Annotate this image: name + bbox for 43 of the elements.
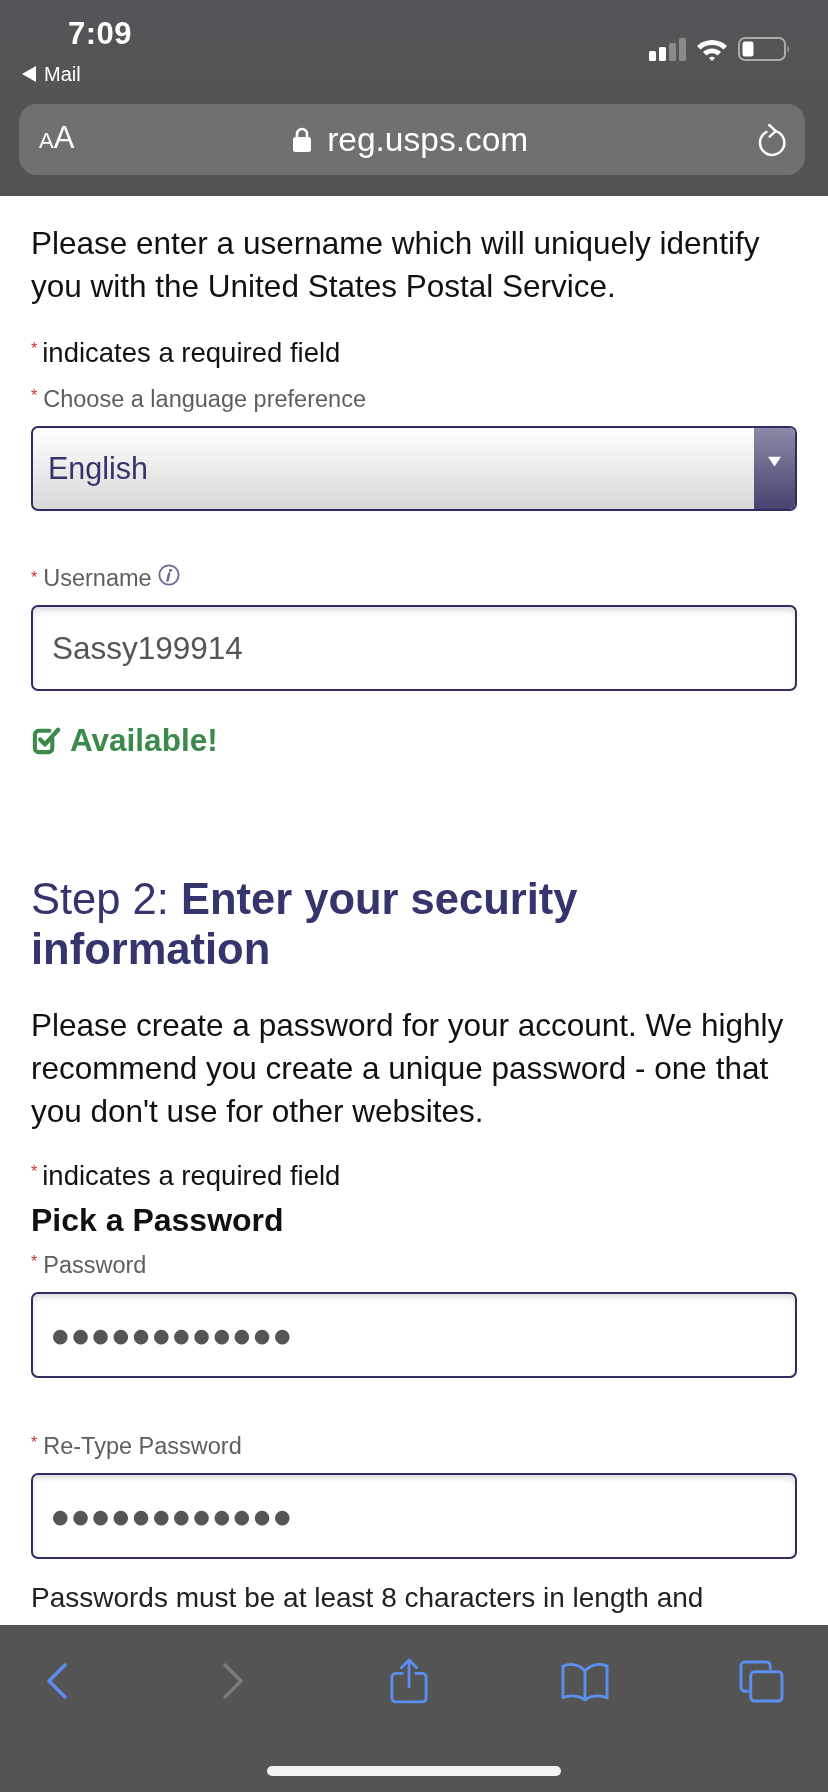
share-icon <box>390 1658 428 1704</box>
section-heading: Step 2: Enter your security information <box>31 874 579 974</box>
bookmarks-button[interactable] <box>561 1660 609 1702</box>
availability-message: Available! <box>70 723 218 757</box>
intro-paragraph: Please enter a username which will uniquely identify you with the United States Postal Service. <box>31 224 761 306</box>
back-triangle-icon[interactable] <box>22 66 36 82</box>
chevron-left-icon <box>46 1662 68 1700</box>
required-mark: * <box>31 1162 38 1182</box>
chevron-right-icon <box>222 1662 244 1700</box>
password-rules-text: Passwords must be at least 8 characters in length and <box>31 1581 705 1615</box>
required-mark: * <box>31 1252 38 1272</box>
wifi-icon <box>696 37 728 61</box>
username-field[interactable]: Sassy199914 <box>31 605 797 691</box>
share-button[interactable] <box>390 1658 428 1704</box>
address-bar[interactable]: AA reg.usps.com <box>19 104 805 175</box>
required-mark: * <box>31 1433 38 1453</box>
field-label: Choose a language preference <box>43 385 366 413</box>
language-select[interactable]: English <box>31 426 797 511</box>
battery-icon <box>738 37 791 61</box>
open-book-icon <box>561 1660 609 1702</box>
required-field-note: indicates a required field <box>42 1161 341 1191</box>
reload-button[interactable] <box>757 122 787 157</box>
status-time: 7:09 <box>68 15 133 53</box>
subheading: Pick a Password <box>31 1203 285 1237</box>
back-button[interactable] <box>46 1662 68 1700</box>
back-to-app-link[interactable]: Mail <box>44 62 81 86</box>
required-mark: * <box>31 386 38 406</box>
field-label: Username <box>43 564 152 592</box>
password-intro-paragraph: Please create a password for your account. We highly recommend you create a unique password - one that you don't use for other websites. <box>31 1006 785 1131</box>
required-field-note: indicates a required field <box>42 338 341 368</box>
signal-icon <box>649 37 686 61</box>
required-mark: * <box>31 339 38 359</box>
field-label: Re-Type Password <box>43 1432 242 1460</box>
text-size-button[interactable]: AA <box>39 120 75 159</box>
tabs-button[interactable] <box>738 1659 784 1703</box>
reload-icon <box>757 122 787 157</box>
tabs-icon <box>738 1659 784 1703</box>
field-label: Password <box>43 1251 147 1279</box>
info-icon[interactable] <box>157 564 180 586</box>
required-mark: * <box>31 568 38 588</box>
password-field[interactable]: ●●●●●●●●●●●● <box>31 1473 797 1559</box>
url-text[interactable]: reg.usps.com <box>327 120 529 159</box>
password-field[interactable]: ●●●●●●●●●●●● <box>31 1292 797 1378</box>
